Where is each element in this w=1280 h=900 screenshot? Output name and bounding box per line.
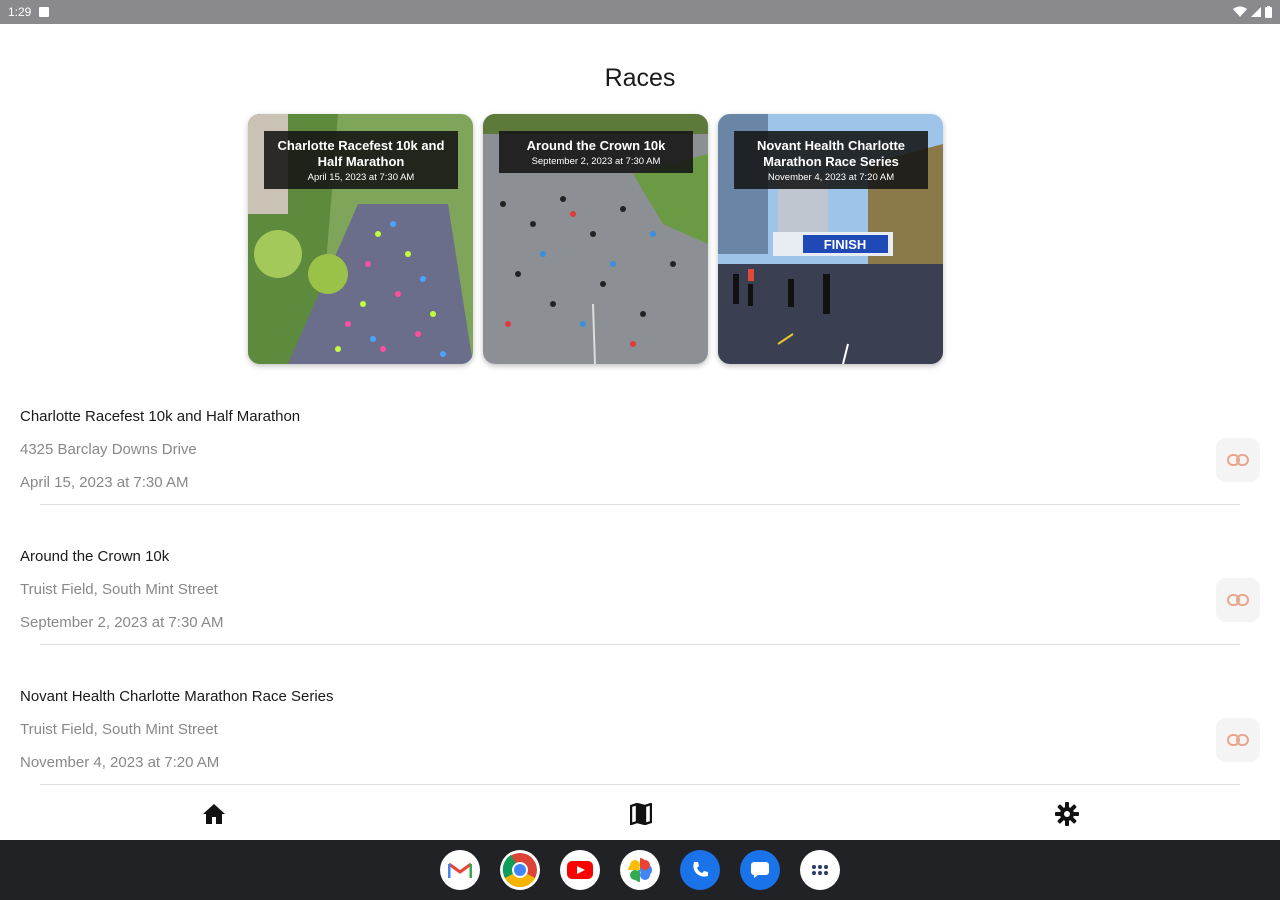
finish-banner-text: FINISH	[824, 237, 867, 252]
battery-icon	[1265, 6, 1272, 18]
race-name: Charlotte Racefest 10k and Half Marathon	[20, 408, 301, 425]
photos-icon[interactable]	[620, 850, 660, 890]
race-date: April 15, 2023 at 7:30 AM	[20, 474, 189, 491]
settings-icon	[1055, 802, 1079, 826]
home-icon	[203, 804, 225, 824]
page-title: Races	[604, 64, 676, 92]
card-date: April 15, 2023 at 7:30 AM	[307, 172, 415, 183]
race-card[interactable]: Around the Crown 10k September 2, 2023 a…	[483, 114, 708, 364]
race-date: November 4, 2023 at 7:20 AM	[20, 754, 220, 771]
youtube-icon[interactable]	[560, 850, 600, 890]
card-date: November 4, 2023 at 7:20 AM	[767, 172, 895, 183]
link-button[interactable]	[1216, 578, 1260, 622]
link-button[interactable]	[1216, 718, 1260, 762]
race-cards-carousel: Charlotte Racefest 10k and Half Marathon…	[248, 114, 943, 364]
gmail-icon[interactable]	[440, 850, 480, 890]
card-caption: Novant Health Charlotte Marathon Race Se…	[734, 131, 928, 189]
list-item[interactable]: Around the Crown 10k Truist Field, South…	[0, 536, 1280, 676]
link-icon	[1227, 594, 1249, 606]
status-time: 1:29	[8, 5, 32, 19]
link-icon	[1227, 454, 1249, 466]
status-bar: 1:29	[0, 0, 1280, 24]
race-location: 4325 Barclay Downs Drive	[20, 441, 197, 458]
race-name: Novant Health Charlotte Marathon Race Se…	[20, 688, 334, 705]
nav-settings[interactable]	[1053, 800, 1081, 828]
taskbar	[0, 840, 1280, 900]
race-card[interactable]: Charlotte Racefest 10k and Half Marathon…	[248, 114, 473, 364]
race-list: Charlotte Racefest 10k and Half Marathon…	[0, 396, 1280, 816]
divider	[40, 784, 1240, 785]
race-name: Around the Crown 10k	[20, 548, 170, 565]
notification-icon	[39, 7, 50, 17]
link-button[interactable]	[1216, 438, 1260, 482]
signal-icon	[1251, 7, 1261, 17]
nav-map[interactable]	[627, 800, 655, 828]
bottom-nav	[0, 790, 1280, 840]
chrome-icon[interactable]	[500, 850, 540, 890]
card-date: September 2, 2023 at 7:30 AM	[531, 156, 661, 167]
app-drawer-icon[interactable]	[800, 850, 840, 890]
map-icon	[630, 803, 652, 825]
card-caption: Charlotte Racefest 10k and Half Marathon…	[264, 131, 458, 189]
divider	[40, 644, 1240, 645]
phone-icon[interactable]	[680, 850, 720, 890]
card-title: Around the Crown 10k	[526, 138, 666, 153]
race-card[interactable]: FINISH Novant Health Charlotte Marathon …	[718, 114, 943, 364]
wifi-icon	[1233, 6, 1247, 17]
card-title: Charlotte Racefest 10k and Half Marathon	[277, 138, 445, 169]
divider	[40, 504, 1240, 505]
list-item[interactable]: Charlotte Racefest 10k and Half Marathon…	[0, 396, 1280, 536]
card-caption: Around the Crown 10k September 2, 2023 a…	[499, 131, 693, 173]
race-location: Truist Field, South Mint Street	[20, 721, 218, 738]
race-date: September 2, 2023 at 7:30 AM	[20, 614, 224, 631]
card-title: Novant Health Charlotte Marathon Race Se…	[756, 138, 906, 169]
messages-icon[interactable]	[740, 850, 780, 890]
race-location: Truist Field, South Mint Street	[20, 581, 218, 598]
nav-home[interactable]	[200, 800, 228, 828]
status-icons	[1233, 6, 1272, 18]
link-icon	[1227, 734, 1249, 746]
